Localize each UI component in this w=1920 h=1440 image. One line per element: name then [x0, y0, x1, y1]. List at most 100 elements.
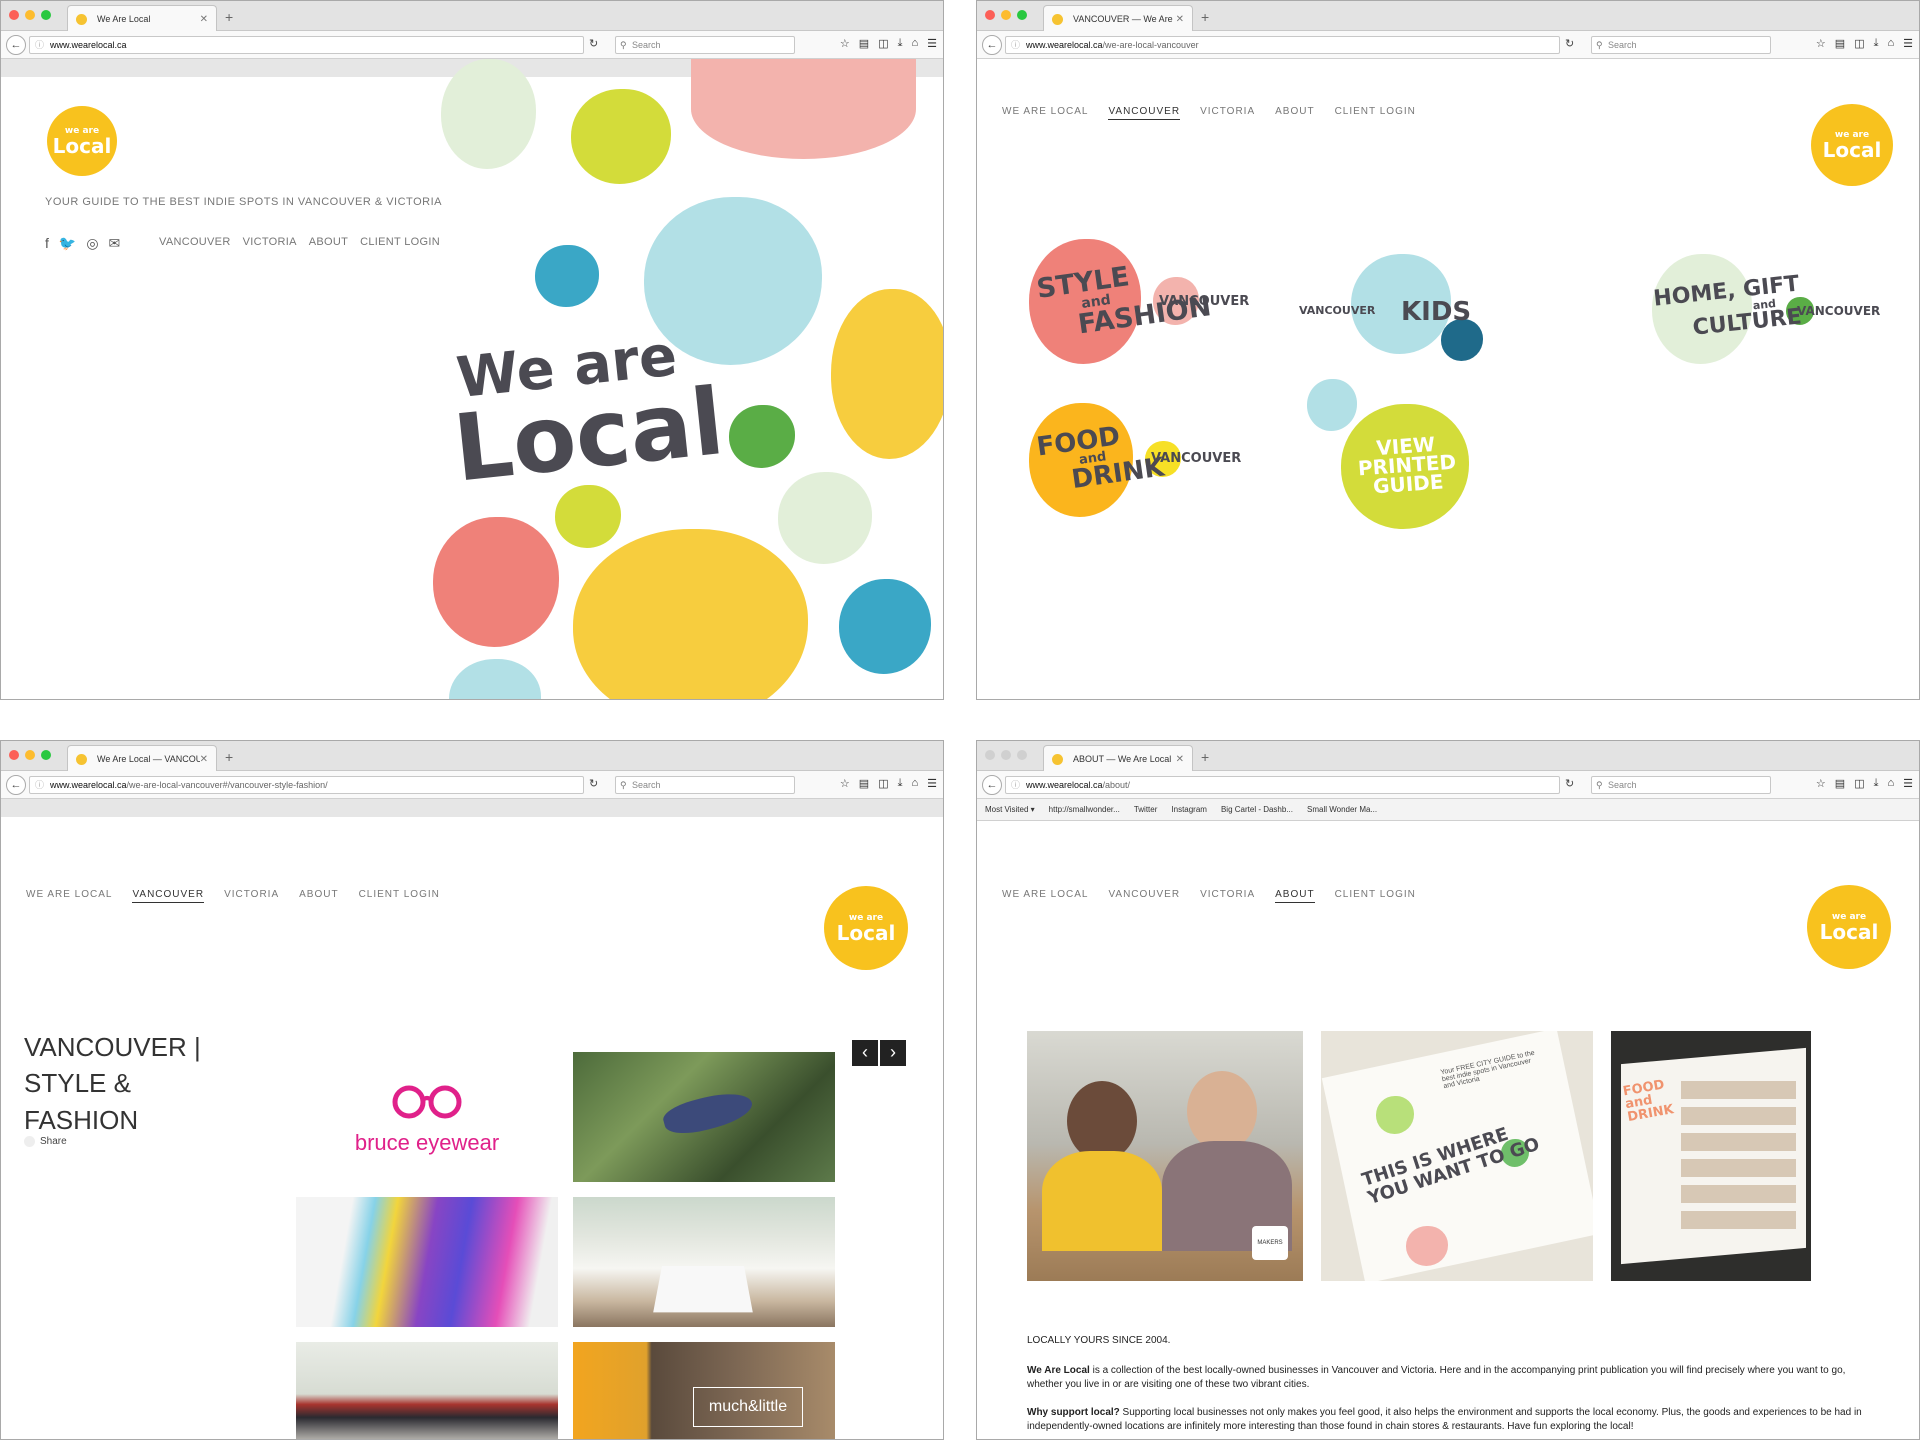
nav-about[interactable]: ABOUT — [1275, 889, 1315, 903]
url-bar[interactable]: ⓘ www.wearelocal.ca/we-are-local-vancouve… — [29, 776, 584, 794]
pocket-icon[interactable]: ◫ — [878, 37, 888, 50]
nav-victoria[interactable]: VICTORIA — [224, 889, 279, 903]
new-tab-button[interactable]: + — [1201, 749, 1209, 765]
pocket-icon[interactable]: ◫ — [1854, 37, 1864, 50]
carousel-next-button[interactable]: › — [880, 1040, 906, 1066]
bookmark-instagram[interactable]: Instagram — [1171, 805, 1207, 814]
bookmark-star-icon[interactable]: ☆ — [1816, 777, 1826, 790]
nav-about[interactable]: ABOUT — [309, 236, 348, 248]
site-logo[interactable]: we are Local — [824, 886, 908, 970]
bookmark-big-cartel[interactable]: Big Cartel - Dashb... — [1221, 805, 1293, 814]
nav-client-login[interactable]: CLIENT LOGIN — [359, 889, 440, 903]
forest-fashion-photo[interactable] — [573, 1052, 835, 1182]
window-controls[interactable] — [985, 10, 1027, 20]
new-tab-button[interactable]: + — [1201, 9, 1209, 25]
window-controls[interactable] — [9, 10, 51, 20]
reload-icon[interactable]: ↻ — [589, 777, 598, 790]
nav-client-login[interactable]: CLIENT LOGIN — [1335, 889, 1416, 903]
shoe-store-photo[interactable] — [573, 1197, 835, 1327]
pocket-icon[interactable]: ◫ — [1854, 777, 1864, 790]
bookmark-small-wonder[interactable]: Small Wonder Ma... — [1307, 805, 1377, 814]
search-input[interactable]: ⚲ Search — [615, 36, 795, 54]
nav-about[interactable]: ABOUT — [1275, 106, 1314, 120]
download-icon[interactable]: ⤓ — [1874, 777, 1879, 790]
instagram-icon[interactable]: ◎ — [86, 235, 98, 252]
clipboard-icon[interactable]: ▤ — [1835, 777, 1845, 790]
back-button[interactable]: ← — [982, 35, 1002, 55]
nav-about[interactable]: ABOUT — [299, 889, 338, 903]
email-icon[interactable]: ✉ — [109, 235, 121, 252]
carousel-prev-button[interactable]: ‹ — [852, 1040, 878, 1066]
nav-client-login[interactable]: CLIENT LOGIN — [360, 236, 440, 248]
clipboard-icon[interactable]: ▤ — [859, 37, 869, 50]
reload-icon[interactable]: ↻ — [1565, 37, 1574, 50]
site-logo[interactable]: we are Local — [1807, 885, 1891, 969]
nav-vancouver[interactable]: VANCOUVER — [1108, 889, 1180, 903]
home-icon[interactable]: ⌂ — [911, 777, 918, 790]
close-tab-icon[interactable]: ✕ — [200, 754, 208, 765]
much-little-photo[interactable]: much&little — [573, 1342, 835, 1439]
browser-tab[interactable]: We Are Local ✕ — [67, 5, 217, 32]
window-controls[interactable] — [985, 750, 1027, 760]
download-icon[interactable]: ⤓ — [898, 777, 903, 790]
browser-tab[interactable]: ABOUT — We Are Local ✕ — [1043, 745, 1193, 772]
menu-icon[interactable]: ☰ — [1903, 37, 1913, 50]
bookmark-twitter[interactable]: Twitter — [1134, 805, 1158, 814]
bookmark-star-icon[interactable]: ☆ — [840, 777, 850, 790]
reload-icon[interactable]: ↻ — [589, 37, 598, 50]
menu-icon[interactable]: ☰ — [927, 37, 937, 50]
nav-victoria[interactable]: VICTORIA — [1200, 889, 1255, 903]
nav-client-login[interactable]: CLIENT LOGIN — [1335, 106, 1416, 120]
nav-vancouver[interactable]: VANCOUVER — [132, 889, 205, 903]
site-logo[interactable]: we are Local — [47, 106, 117, 176]
nav-vancouver[interactable]: VANCOUVER — [1108, 106, 1181, 120]
about-paragraph-1: We Are Local is a collection of the best… — [1027, 1365, 1846, 1390]
bookmark-most-visited[interactable]: Most Visited ▾ — [985, 805, 1035, 814]
download-icon[interactable]: ⤓ — [898, 37, 903, 50]
nav-we-are-local[interactable]: WE ARE LOCAL — [1002, 889, 1088, 903]
reload-icon[interactable]: ↻ — [1565, 777, 1574, 790]
clothing-store-photo[interactable] — [296, 1342, 558, 1439]
new-tab-button[interactable]: + — [225, 749, 233, 765]
home-icon[interactable]: ⌂ — [911, 37, 918, 50]
search-input[interactable]: ⚲ Search — [615, 776, 795, 794]
nav-victoria[interactable]: VICTORIA — [1200, 106, 1255, 120]
bookmark-star-icon[interactable]: ☆ — [840, 37, 850, 50]
close-tab-icon[interactable]: ✕ — [200, 14, 208, 25]
search-input[interactable]: ⚲ Search — [1591, 776, 1771, 794]
menu-icon[interactable]: ☰ — [927, 777, 937, 790]
home-icon[interactable]: ⌂ — [1887, 37, 1894, 50]
pocket-icon[interactable]: ◫ — [878, 777, 888, 790]
url-bar[interactable]: ⓘ www.wearelocal.ca — [29, 36, 584, 54]
share-button[interactable]: Share — [24, 1136, 67, 1147]
handbags-photo[interactable] — [296, 1197, 558, 1327]
nav-we-are-local[interactable]: WE ARE LOCAL — [26, 889, 112, 903]
clipboard-icon[interactable]: ▤ — [859, 777, 869, 790]
bruce-eyewear-tile[interactable]: bruce eyewear — [296, 1052, 558, 1182]
nav-victoria[interactable]: VICTORIA — [243, 236, 297, 248]
back-button[interactable]: ← — [982, 775, 1002, 795]
back-button[interactable]: ← — [6, 775, 26, 795]
browser-tab[interactable]: We Are Local — VANCOUV...✕ — [67, 745, 217, 772]
close-tab-icon[interactable]: ✕ — [1176, 14, 1184, 25]
facebook-icon[interactable]: f — [45, 235, 49, 252]
search-input[interactable]: ⚲ Search — [1591, 36, 1771, 54]
nav-vancouver[interactable]: VANCOUVER — [159, 236, 231, 248]
home-icon[interactable]: ⌂ — [1887, 777, 1894, 790]
bookmark-smallwonder[interactable]: http://smallwonder... — [1049, 805, 1120, 814]
nav-we-are-local[interactable]: WE ARE LOCAL — [1002, 106, 1088, 120]
window-controls[interactable] — [9, 750, 51, 760]
back-button[interactable]: ← — [6, 35, 26, 55]
clipboard-icon[interactable]: ▤ — [1835, 37, 1845, 50]
bookmark-star-icon[interactable]: ☆ — [1816, 37, 1826, 50]
url-bar[interactable]: ⓘ www.wearelocal.ca/we-are-local-vancouve… — [1005, 36, 1560, 54]
url-bar[interactable]: ⓘ www.wearelocal.ca/about/ — [1005, 776, 1560, 794]
site-logo[interactable]: we are Local — [1811, 104, 1893, 186]
menu-icon[interactable]: ☰ — [1903, 777, 1913, 790]
navigation-bar: ← ⓘ www.wearelocal.ca/we-are-local-vancou… — [1, 771, 943, 799]
twitter-icon[interactable]: 🐦 — [59, 235, 76, 252]
close-tab-icon[interactable]: ✕ — [1176, 754, 1184, 765]
browser-tab[interactable]: VANCOUVER — We Are Local✕ — [1043, 5, 1193, 32]
download-icon[interactable]: ⤓ — [1874, 37, 1879, 50]
new-tab-button[interactable]: + — [225, 9, 233, 25]
